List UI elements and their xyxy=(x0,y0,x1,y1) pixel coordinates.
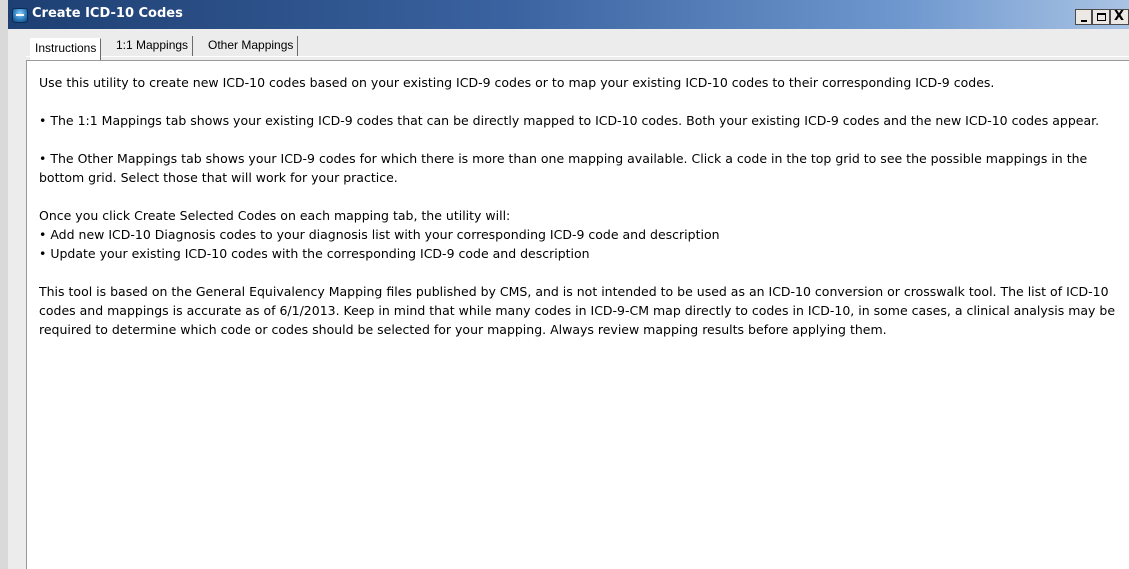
maximize-button[interactable] xyxy=(1092,9,1110,25)
intro-text: Use this utility to create new ICD-10 co… xyxy=(39,75,995,90)
tab-other-mappings[interactable]: Other Mappings xyxy=(204,36,299,56)
list-item: • Update your existing ICD-10 codes with… xyxy=(39,246,590,261)
create-codes-steps: • Add new ICD-10 Diagnosis codes to your… xyxy=(39,225,1121,263)
tab-divider xyxy=(26,56,1129,57)
app-icon xyxy=(12,8,28,23)
other-mappings-note: • The Other Mappings tab shows your ICD-… xyxy=(39,151,1088,185)
create-icd10-window: Create ICD-10 Codes X Instructions 1:1 M… xyxy=(8,0,1129,569)
close-button[interactable]: X xyxy=(1110,9,1129,25)
tab-strip: Instructions 1:1 Mappings Other Mappings xyxy=(8,29,1129,60)
list-item: • Add new ICD-10 Diagnosis codes to your… xyxy=(39,227,720,242)
one-to-one-mappings-note: • The 1:1 Mappings tab shows your existi… xyxy=(39,113,1100,128)
close-icon: X xyxy=(1114,9,1125,24)
maximize-icon xyxy=(1097,13,1106,21)
minimize-icon xyxy=(1081,20,1087,22)
minimize-button[interactable] xyxy=(1075,9,1092,25)
tab-1-1-mappings[interactable]: 1:1 Mappings xyxy=(112,36,194,56)
create-codes-intro: Once you click Create Selected Codes on … xyxy=(39,208,511,223)
title-bar[interactable]: Create ICD-10 Codes X xyxy=(8,0,1129,29)
disclaimer-text: This tool is based on the General Equiva… xyxy=(39,284,1116,337)
instructions-panel: Use this utility to create new ICD-10 co… xyxy=(26,60,1129,569)
window-title: Create ICD-10 Codes xyxy=(32,6,183,21)
tab-instructions[interactable]: Instructions xyxy=(30,38,102,60)
